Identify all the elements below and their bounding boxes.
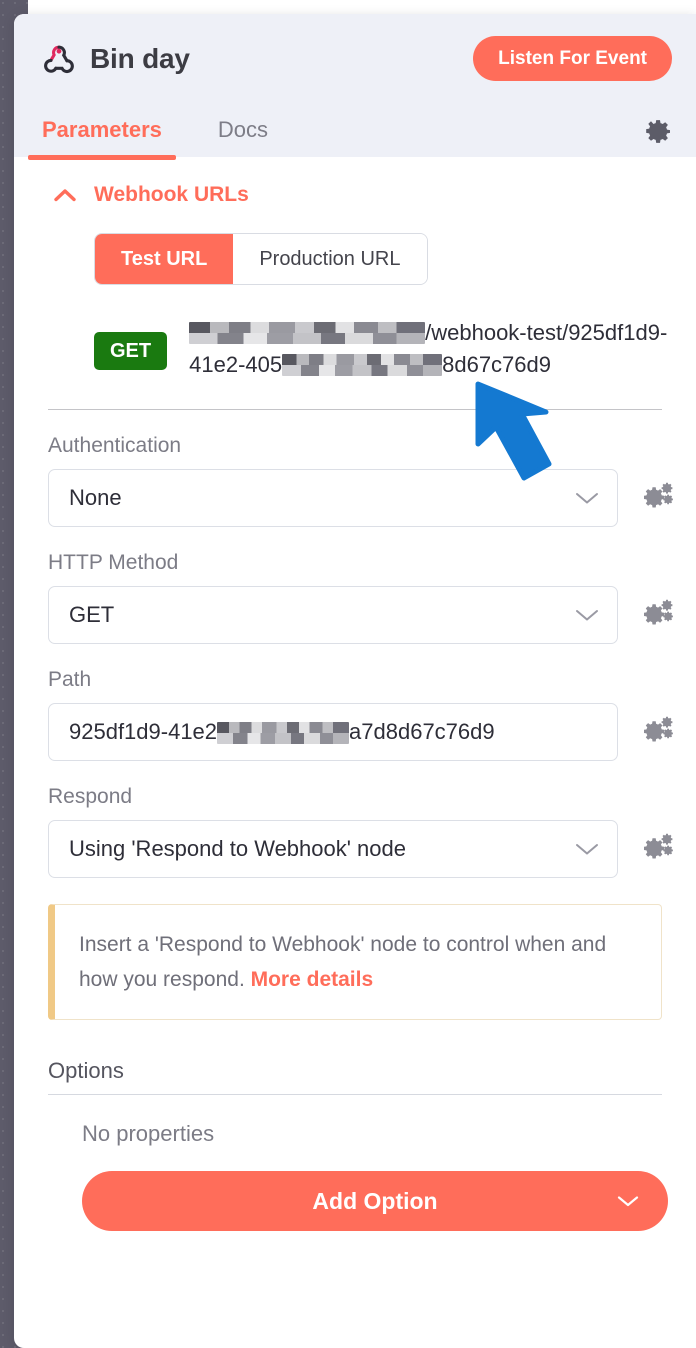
chevron-down-icon [575, 491, 599, 505]
cogs-icon[interactable] [640, 482, 674, 514]
path-value-suffix: a7d8d67c76d9 [349, 718, 495, 744]
field-row-respond: Using 'Respond to Webhook' node [48, 819, 674, 878]
cogs-icon[interactable] [640, 833, 674, 865]
respond-select[interactable]: Using 'Respond to Webhook' node [48, 819, 618, 878]
webhook-icon [42, 42, 76, 76]
test-url-toggle[interactable]: Test URL [95, 234, 234, 284]
redacted-path-middle [217, 721, 350, 744]
respond-value: Using 'Respond to Webhook' node [69, 835, 406, 861]
add-option-button[interactable]: Add Option [82, 1171, 668, 1232]
field-row-authentication: None [48, 468, 674, 527]
path-input[interactable]: 925df1d9-41e2 a7d8d67c76d9 [48, 702, 618, 761]
http-method-badge: GET [94, 332, 168, 370]
url-type-toggle: Test URL Production URL [94, 233, 428, 285]
webhook-urls-section-header[interactable]: Webhook URLs [36, 157, 674, 207]
listen-for-event-button[interactable]: Listen For Event [473, 36, 672, 81]
path-value: 925df1d9-41e2 a7d8d67c76d9 [69, 719, 599, 745]
webhook-url-text[interactable]: /webhook-test/925df1d9-41e2-405 8d67c76d9 [189, 315, 674, 381]
panel-header: Bin day Listen For Event Parameters Docs [14, 14, 696, 160]
field-label-respond: Respond [48, 784, 133, 808]
respond-notice-callout: Insert a 'Respond to Webhook' node to co… [48, 903, 662, 1021]
redacted-url-middle [282, 353, 443, 376]
field-label-http-method: HTTP Method [48, 550, 179, 574]
add-option-label: Add Option [312, 1187, 438, 1214]
http-method-value: GET [69, 601, 115, 627]
notice-text-wrapper: Insert a 'Respond to Webhook' node to co… [79, 927, 639, 998]
redacted-host [189, 322, 426, 344]
webhook-url-row: GET /webhook-test/925df1d9-41e2-405 8d67c… [94, 315, 674, 381]
webhook-url-visible-tail: 8d67c76d9 [442, 351, 551, 377]
cogs-icon[interactable] [640, 716, 674, 748]
authentication-value: None [69, 484, 122, 510]
tab-parameters[interactable]: Parameters [28, 117, 176, 160]
http-method-select[interactable]: GET [48, 585, 618, 644]
path-value-prefix: 925df1d9-41e2 [69, 718, 218, 744]
field-authentication: Authentication None [48, 434, 674, 527]
options-section-title: Options [48, 1058, 662, 1096]
chevron-down-icon [616, 1194, 640, 1208]
more-details-link[interactable]: More details [251, 968, 374, 991]
chevron-down-icon [575, 608, 599, 622]
field-path: Path 925df1d9-41e2 a7d8d67c76d9 [48, 668, 674, 761]
chevron-down-icon [575, 842, 599, 856]
field-label-authentication: Authentication [48, 433, 182, 457]
field-http-method: HTTP Method GET [48, 551, 674, 644]
production-url-toggle[interactable]: Production URL [233, 234, 427, 284]
section-divider [48, 408, 662, 410]
add-option-wrapper: Add Option [36, 1147, 674, 1232]
field-row-http-method: GET [48, 585, 674, 644]
node-details-panel: Bin day Listen For Event Parameters Docs [14, 14, 696, 1348]
field-row-path: 925df1d9-41e2 a7d8d67c76d9 [48, 702, 674, 761]
field-respond: Respond Using 'Respond to Webhook' node [48, 785, 674, 878]
no-properties-text: No properties [82, 1121, 215, 1147]
cogs-icon[interactable] [640, 599, 674, 631]
ndv-screen: Bin day Listen For Event Parameters Docs [0, 0, 696, 1348]
webhook-urls-title: Webhook URLs [94, 183, 249, 206]
chevron-up-icon [54, 188, 76, 202]
field-label-path: Path [48, 667, 92, 691]
gear-icon[interactable] [646, 119, 672, 145]
authentication-select[interactable]: None [48, 468, 618, 527]
tab-bar: Parameters Docs [14, 97, 696, 160]
node-title: Bin day [90, 42, 190, 74]
panel-body: Webhook URLs Test URL Production URL GET… [14, 157, 696, 1232]
title-row: Bin day Listen For Event [14, 14, 696, 97]
tab-docs[interactable]: Docs [218, 117, 268, 157]
